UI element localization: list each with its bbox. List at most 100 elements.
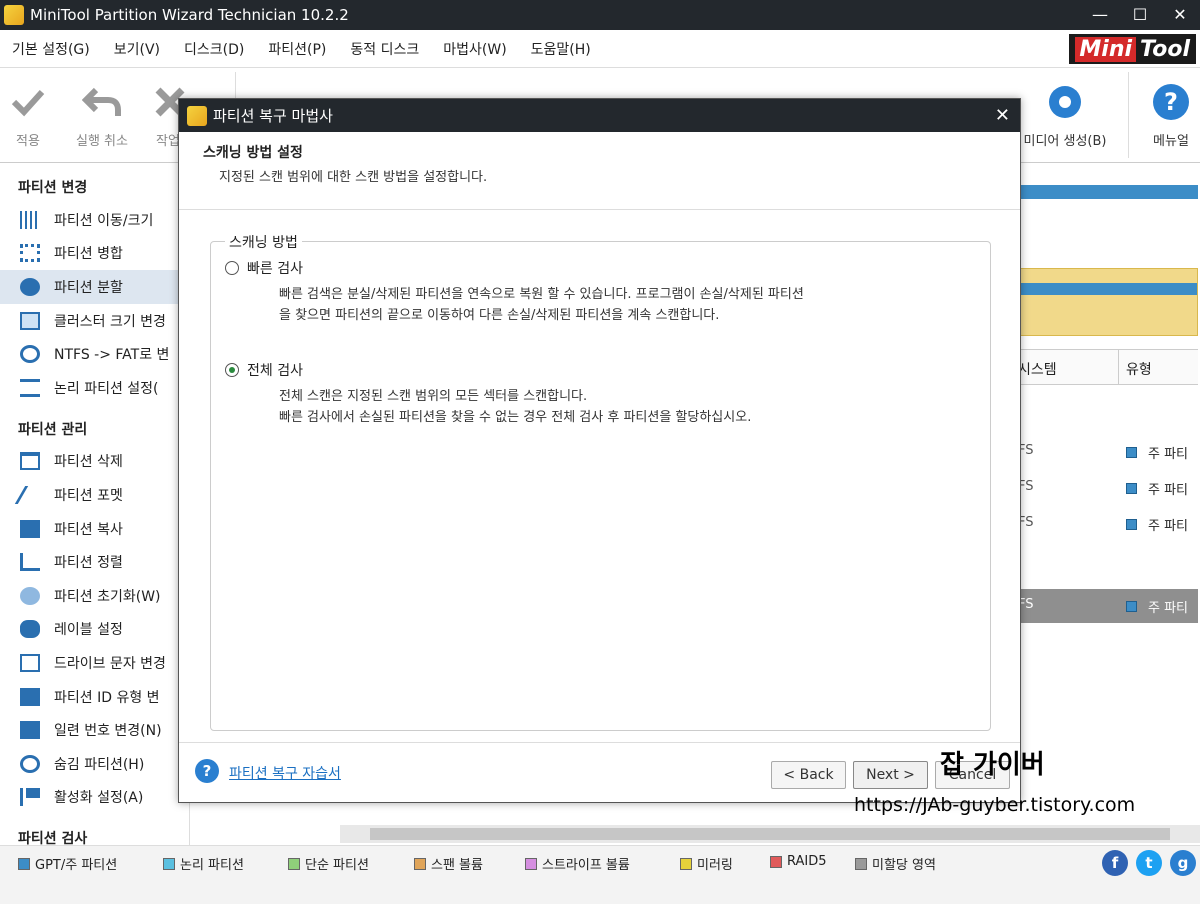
full-scan-option[interactable]: 전체 검사 xyxy=(225,360,303,380)
id-icon xyxy=(20,687,40,706)
google-plus-icon[interactable]: g xyxy=(1170,850,1196,876)
hide-icon xyxy=(20,754,40,773)
table-row[interactable]: FS 주 파티 xyxy=(1018,435,1198,469)
dialog-title-bar: 파티션 복구 마법사 ✕ xyxy=(179,99,1020,132)
table-row[interactable]: FS 주 파티 xyxy=(1018,507,1198,541)
menu-general[interactable]: 기본 설정(G) xyxy=(0,39,102,59)
column-type[interactable]: 유형 xyxy=(1126,359,1152,379)
align-icon xyxy=(20,553,40,572)
close-button[interactable]: ✕ xyxy=(1160,0,1200,30)
sidebar-item-drive-letter[interactable]: 드라이브 문자 변경 xyxy=(0,646,189,680)
partition-recovery-dialog: 파티션 복구 마법사 ✕ 스캐닝 방법 설정 지정된 스캔 범위에 대한 스캔 … xyxy=(178,98,1021,803)
menu-disk[interactable]: 디스크(D) xyxy=(172,39,256,59)
dialog-header: 스캐닝 방법 설정 지정된 스캔 범위에 대한 스캔 방법을 설정합니다. xyxy=(179,132,1020,210)
legend-bar: GPT/주 파티션 논리 파티션 단순 파티션 스팬 볼륨 스트라이프 볼륨 미… xyxy=(0,845,1200,904)
table-row[interactable]: FS 주 파티 xyxy=(1018,589,1198,623)
tutorial-link[interactable]: 파티션 복구 자습서 xyxy=(229,763,341,783)
partition-usage-fill xyxy=(1019,283,1197,295)
split-icon xyxy=(20,277,40,296)
dialog-title: 파티션 복구 마법사 xyxy=(213,107,333,125)
dialog-footer: ? 파티션 복구 자습서 < Back Next > Cancel xyxy=(179,742,1020,802)
bootable-media-button[interactable]: 미디어 생성(B) xyxy=(1010,82,1120,149)
legend-swatch xyxy=(163,857,175,870)
sidebar-item-delete[interactable]: 파티션 삭제 xyxy=(0,445,189,479)
legend-gpt-primary: GPT/주 파티션 xyxy=(18,854,117,873)
window-title: MiniTool Partition Wizard Technician 10.… xyxy=(30,6,349,24)
twitter-icon[interactable]: t xyxy=(1136,850,1162,876)
partition-table-header: 시스템 유형 xyxy=(1018,349,1198,385)
quick-scan-radio[interactable] xyxy=(225,261,239,275)
sidebar-item-format[interactable]: 파티션 포멧 xyxy=(0,478,189,512)
sidebar-item-label[interactable]: 레이블 설정 xyxy=(0,613,189,647)
sidebar-item-move-resize[interactable]: 파티션 이동/크기 xyxy=(0,203,189,237)
wizard-icon xyxy=(187,105,207,126)
sidebar-item-cluster-size[interactable]: 클러스터 크기 변경 xyxy=(0,304,189,338)
sidebar-item-hide[interactable]: 숨김 파티션(H) xyxy=(0,747,189,781)
sidebar-item-active[interactable]: 활성화 설정(A) xyxy=(0,781,189,815)
horizontal-scrollbar[interactable] xyxy=(340,825,1200,843)
back-button[interactable]: < Back xyxy=(771,761,846,789)
sidebar-item-ntfs-fat[interactable]: NTFS -> FAT로 변 xyxy=(0,337,189,371)
maximize-button[interactable]: ☐ xyxy=(1120,0,1160,30)
next-button[interactable]: Next > xyxy=(853,761,928,789)
minimize-button[interactable]: — xyxy=(1080,0,1120,30)
move-resize-icon xyxy=(20,210,40,229)
legend-logical: 논리 파티션 xyxy=(163,854,244,873)
label-icon xyxy=(20,620,40,639)
dialog-subheading: 지정된 스캔 범위에 대한 스캔 방법을 설정합니다. xyxy=(219,170,488,185)
scan-method-group: 스캐닝 방법 빠른 검사 빠른 검색은 분실/삭제된 파티션을 연속으로 복원 … xyxy=(210,232,991,731)
scrollbar-thumb[interactable] xyxy=(370,828,1170,840)
column-filesystem[interactable]: 시스템 xyxy=(1018,359,1057,379)
sidebar-item-split[interactable]: 파티션 분할 xyxy=(0,270,189,304)
legend-striped: 스트라이프 볼륨 xyxy=(525,854,630,873)
menu-view[interactable]: 보기(V) xyxy=(102,39,172,59)
disk-usage-bar xyxy=(1018,185,1198,199)
action-sidebar: 파티션 변경 파티션 이동/크기 파티션 병합 파티션 분할 클러스터 크기 변… xyxy=(0,163,190,845)
group-label: 스캐닝 방법 xyxy=(225,232,302,252)
sidebar-header-change: 파티션 변경 xyxy=(18,180,88,196)
legend-swatch xyxy=(525,857,537,870)
undo-icon xyxy=(82,87,121,116)
menu-wizard[interactable]: 마법사(W) xyxy=(431,39,518,59)
flag-icon xyxy=(20,788,40,807)
facebook-icon[interactable]: f xyxy=(1102,850,1128,876)
sidebar-item-logical[interactable]: 논리 파티션 설정( xyxy=(0,371,189,405)
apply-button[interactable]: 적용 xyxy=(8,82,48,149)
legend-swatch xyxy=(680,857,692,870)
wipe-icon xyxy=(20,586,40,605)
sidebar-item-serial[interactable]: 일련 번호 변경(N) xyxy=(0,713,189,747)
cluster-icon xyxy=(20,311,40,330)
disk-partition-block[interactable] xyxy=(1018,268,1198,336)
legend-swatch xyxy=(18,857,30,870)
help-icon[interactable]: ? xyxy=(195,759,219,783)
sidebar-item-merge[interactable]: 파티션 병합 xyxy=(0,237,189,271)
partition-color-square xyxy=(1126,601,1137,612)
legend-swatch xyxy=(288,857,300,870)
legend-unallocated: 미할당 영역 xyxy=(855,854,936,873)
partition-color-square xyxy=(1126,447,1137,458)
drive-letter-icon xyxy=(20,653,40,672)
legend-swatch xyxy=(770,855,782,868)
quick-scan-option[interactable]: 빠른 검사 xyxy=(225,258,303,278)
sidebar-item-wipe[interactable]: 파티션 초기화(W) xyxy=(0,579,189,613)
table-row[interactable]: FS 주 파티 xyxy=(1018,471,1198,505)
convert-icon xyxy=(20,345,40,364)
sidebar-item-copy[interactable]: 파티션 복사 xyxy=(0,512,189,546)
legend-simple: 단순 파티션 xyxy=(288,854,369,873)
undo-button[interactable]: 실행 취소 xyxy=(64,82,140,149)
legend-swatch xyxy=(855,857,867,870)
menu-dynamic-disk[interactable]: 동적 디스크 xyxy=(338,39,431,59)
menu-help[interactable]: 도움말(H) xyxy=(519,39,603,59)
dialog-close-button[interactable]: ✕ xyxy=(995,105,1010,126)
full-scan-radio[interactable] xyxy=(225,363,239,377)
sidebar-item-align[interactable]: 파티션 정렬 xyxy=(0,545,189,579)
svg-text:?: ? xyxy=(1164,88,1178,116)
watermark-url: https://JAb-guyber.tistory.com xyxy=(854,794,1136,816)
window-controls: — ☐ ✕ xyxy=(1080,0,1200,30)
manual-button[interactable]: ? 메뉴얼 xyxy=(1146,82,1196,149)
column-divider xyxy=(1118,350,1119,384)
title-bar: MiniTool Partition Wizard Technician 10.… xyxy=(0,0,1200,30)
serial-icon xyxy=(20,721,40,740)
menu-partition[interactable]: 파티션(P) xyxy=(256,39,338,59)
sidebar-item-type-id[interactable]: 파티션 ID 유형 변 xyxy=(0,680,189,714)
